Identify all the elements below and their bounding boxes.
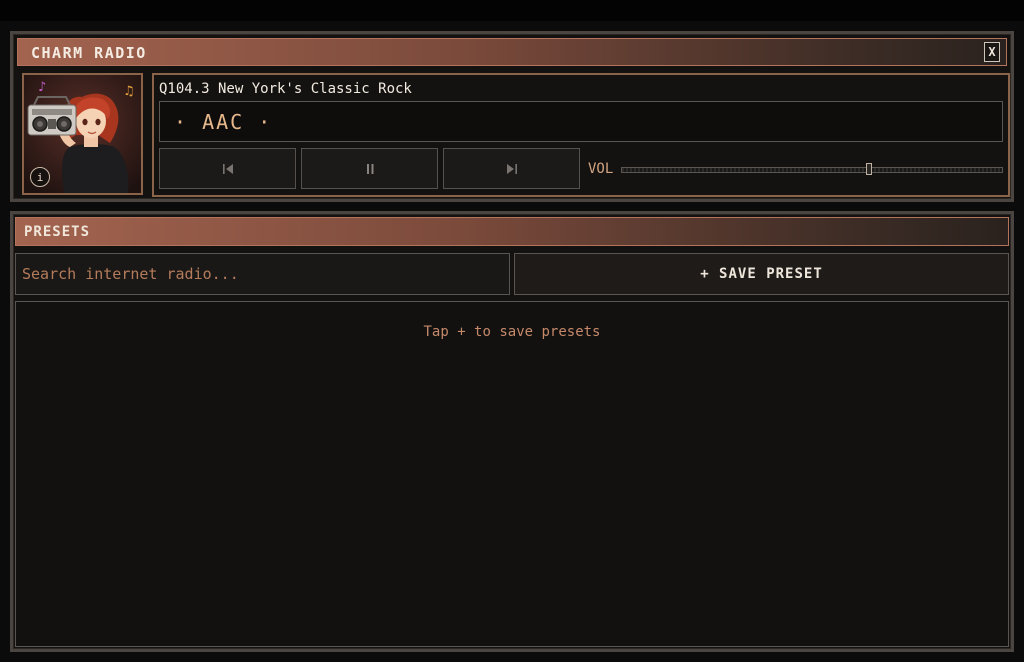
info-button[interactable]: i — [30, 167, 50, 187]
empty-state-message: Tap + to save presets — [423, 324, 601, 340]
presets-list: Tap + to save presets — [15, 301, 1009, 647]
player-window: CHARM RADIO X ♪ ♫ i Q104.3 New York's Cl… — [10, 31, 1014, 202]
app-title: CHARM RADIO — [31, 44, 147, 62]
presets-titlebar: PRESETS — [15, 217, 1009, 246]
presets-title: PRESETS — [24, 224, 91, 240]
save-preset-button[interactable]: + SAVE PRESET — [514, 253, 1009, 295]
codec-text: · AAC · — [174, 110, 273, 134]
volume-slider-thumb[interactable] — [866, 163, 872, 175]
svg-text:♫: ♫ — [123, 84, 135, 99]
volume-label: VOL — [588, 161, 614, 177]
player-titlebar[interactable]: CHARM RADIO X — [17, 38, 1007, 66]
next-button[interactable] — [443, 148, 580, 189]
station-name: Q104.3 New York's Classic Rock — [159, 81, 412, 97]
pause-icon — [366, 163, 373, 174]
search-input[interactable] — [15, 253, 510, 295]
skip-next-icon — [506, 163, 517, 174]
station-artwork: ♪ ♫ i — [22, 73, 143, 195]
now-playing-panel: Q104.3 New York's Classic Rock · AAC · V… — [152, 73, 1010, 197]
skip-previous-icon — [222, 163, 233, 174]
presets-window: PRESETS + SAVE PRESET Tap + to save pres… — [10, 211, 1014, 652]
volume-slider[interactable] — [621, 163, 1003, 175]
close-button[interactable]: X — [984, 42, 1000, 62]
previous-button[interactable] — [159, 148, 296, 189]
codec-display: · AAC · — [159, 101, 1003, 142]
pause-button[interactable] — [301, 148, 438, 189]
top-bar — [0, 0, 1024, 21]
svg-text:♪: ♪ — [38, 80, 46, 95]
